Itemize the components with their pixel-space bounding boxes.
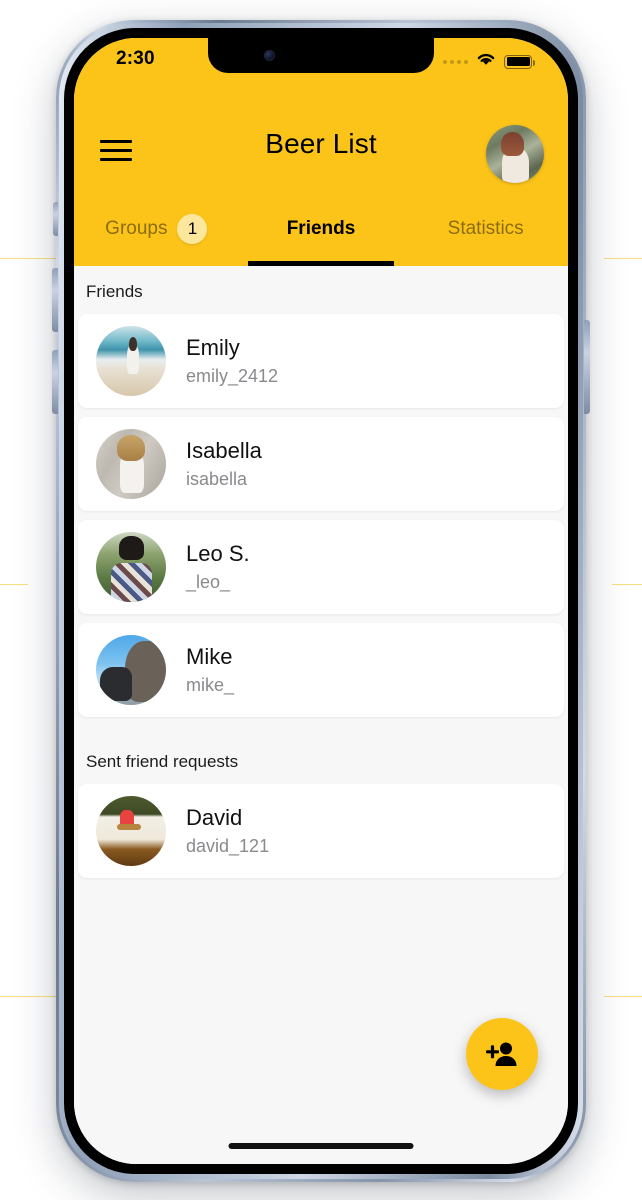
tab-friends-label: Friends [286, 218, 356, 239]
list-item[interactable]: Isabella isabella [78, 417, 564, 511]
list-item[interactable]: Mike mike_ [78, 623, 564, 717]
tab-groups[interactable]: Groups 1 [74, 200, 239, 266]
backdrop-guide-line [0, 584, 28, 585]
add-friend-button[interactable] [466, 1018, 538, 1090]
profile-avatar-image [486, 125, 544, 183]
silent-switch[interactable] [53, 202, 58, 236]
avatar [96, 796, 166, 866]
list-item-name: Isabella [186, 438, 262, 463]
battery-full-icon [504, 54, 535, 69]
add-person-icon [486, 1042, 517, 1066]
home-indicator[interactable] [228, 1143, 414, 1149]
tab-statistics-label: Statistics [447, 218, 524, 239]
avatar [96, 429, 166, 499]
list-item-handle: emily_2412 [186, 366, 279, 386]
device-notch [208, 38, 434, 73]
tab-statistics[interactable]: Statistics [403, 200, 568, 266]
list-item-handle: _leo_ [186, 572, 231, 592]
list-item-handle: isabella [186, 469, 248, 489]
list-item-name: Mike [186, 644, 233, 669]
tab-groups-label: Groups [105, 218, 168, 239]
list-item[interactable]: Leo S. _leo_ [78, 520, 564, 614]
cellular-dots-icon [443, 59, 468, 64]
status-bar-clock: 2:30 [116, 48, 155, 69]
list-item-handle: mike_ [186, 675, 235, 695]
front-camera-icon [264, 50, 275, 61]
backdrop-guide-line [612, 584, 642, 585]
emily-avatar-image [96, 326, 166, 396]
list-item-name: Emily [186, 335, 240, 360]
navigation-bar: Beer List [74, 116, 568, 192]
phone-device-frame: 2:30 Beer List Groups 1 Friends Statisti… [52, 20, 590, 1182]
list-item[interactable]: Emily emily_2412 [78, 314, 564, 408]
avatar [96, 635, 166, 705]
avatar [96, 326, 166, 396]
backdrop-guide-line [604, 258, 642, 259]
isabella-avatar-image [96, 429, 166, 499]
mike-avatar-image [96, 635, 166, 705]
david-avatar-image [96, 796, 166, 866]
wifi-icon [475, 51, 497, 72]
list-item-name: Leo S. [186, 541, 250, 566]
section-header-friends: Friends [86, 282, 143, 301]
section-header-sent-requests: Sent friend requests [86, 752, 239, 771]
leo-avatar-image [96, 532, 166, 602]
backdrop-guide-line [604, 996, 642, 997]
phone-screen: 2:30 Beer List Groups 1 Friends Statisti… [74, 38, 568, 1164]
power-button[interactable] [584, 320, 590, 414]
tab-groups-badge: 1 [177, 214, 208, 244]
tab-bar: Groups 1 Friends Statistics [74, 200, 568, 266]
list-item-name: David [186, 805, 243, 830]
screenshot-canvas: 2:30 Beer List Groups 1 Friends Statisti… [0, 0, 642, 1200]
app-header: 2:30 Beer List Groups 1 Friends Statisti… [74, 38, 568, 266]
list-item-handle: david_121 [186, 836, 270, 856]
list-item[interactable]: David david_121 [78, 784, 564, 878]
profile-avatar[interactable] [486, 125, 544, 183]
volume-up-button[interactable] [52, 268, 58, 332]
volume-down-button[interactable] [52, 350, 58, 414]
status-bar-indicators [443, 51, 535, 72]
tab-friends[interactable]: Friends [239, 200, 404, 266]
avatar [96, 532, 166, 602]
